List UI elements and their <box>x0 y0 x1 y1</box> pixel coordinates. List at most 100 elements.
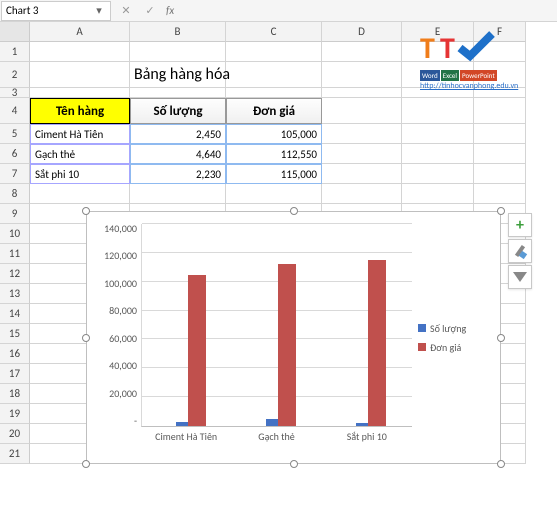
data-cell[interactable]: 105,000 <box>226 124 322 144</box>
cancel-icon[interactable]: ✕ <box>118 4 134 17</box>
cell[interactable] <box>130 88 226 98</box>
legend-item: Đơn giá <box>418 341 492 354</box>
cell[interactable] <box>322 42 402 62</box>
cell[interactable] <box>226 88 322 98</box>
logo-url: http://tinhocvanphong.edu.vn <box>420 81 520 91</box>
cell[interactable] <box>322 124 402 144</box>
row-header[interactable]: 21 <box>0 444 30 464</box>
fx-icon[interactable]: fx <box>166 4 174 17</box>
cell[interactable] <box>226 42 322 62</box>
data-cell[interactable]: 112,550 <box>226 144 322 164</box>
chart-object[interactable]: 140,000 120,000 100,000 80,000 60,000 40… <box>86 211 501 464</box>
data-cell[interactable]: 4,640 <box>130 144 226 164</box>
resize-handle[interactable] <box>82 207 90 215</box>
cell[interactable] <box>402 98 474 124</box>
row-header[interactable]: 20 <box>0 424 30 444</box>
cell[interactable] <box>474 184 526 204</box>
cell[interactable] <box>130 184 226 204</box>
header-cell[interactable]: Số lượng <box>130 98 226 124</box>
col-header[interactable]: D <box>322 22 402 42</box>
cell[interactable] <box>322 164 402 184</box>
row-header[interactable]: 2 <box>0 62 30 88</box>
name-box-bar: Chart 3 ▾ ✕ ✓ fx <box>0 0 557 22</box>
cell[interactable] <box>322 184 402 204</box>
excel-badge: Excel <box>441 70 459 81</box>
resize-handle[interactable] <box>290 460 298 468</box>
row-header[interactable]: 1 <box>0 42 30 62</box>
data-cell[interactable]: Sắt phi 10 <box>30 164 130 184</box>
cell[interactable] <box>30 88 130 98</box>
row-header[interactable]: 10 <box>0 224 30 244</box>
y-tick: - <box>95 414 137 427</box>
cell[interactable] <box>226 62 322 88</box>
row-header[interactable]: 19 <box>0 404 30 424</box>
row-header[interactable]: 18 <box>0 384 30 404</box>
resize-handle[interactable] <box>497 460 505 468</box>
cell[interactable] <box>402 124 474 144</box>
row-header[interactable]: 8 <box>0 184 30 204</box>
row-header[interactable]: 7 <box>0 164 30 184</box>
name-box-dropdown[interactable]: ▾ <box>92 4 106 17</box>
data-cell[interactable]: 115,000 <box>226 164 322 184</box>
resize-handle[interactable] <box>497 334 505 342</box>
col-header[interactable]: A <box>30 22 130 42</box>
chart-styles-button[interactable] <box>508 239 532 263</box>
cell[interactable] <box>226 184 322 204</box>
col-header[interactable]: C <box>226 22 322 42</box>
chart-filters-button[interactable] <box>508 265 532 289</box>
cell[interactable] <box>474 98 526 124</box>
resize-handle[interactable] <box>82 334 90 342</box>
cell[interactable] <box>474 144 526 164</box>
row-header[interactable]: 15 <box>0 324 30 344</box>
resize-handle[interactable] <box>82 460 90 468</box>
row-header[interactable]: 12 <box>0 264 30 284</box>
chart-x-axis: Ciment Hà Tiên Gạch thẻ Sắt phi 10 <box>141 429 412 455</box>
chart-bar[interactable] <box>368 260 386 426</box>
cell[interactable] <box>30 184 130 204</box>
row-header[interactable]: 14 <box>0 304 30 324</box>
data-cell[interactable]: 2,450 <box>130 124 226 144</box>
resize-handle[interactable] <box>290 207 298 215</box>
cell[interactable] <box>402 184 474 204</box>
chart-bar[interactable] <box>188 275 206 427</box>
sheet-title[interactable]: Bảng hàng hóa <box>130 62 226 88</box>
row-header[interactable]: 11 <box>0 244 30 264</box>
legend-swatch <box>418 324 426 332</box>
header-cell[interactable]: Tên hàng <box>30 98 130 124</box>
resize-handle[interactable] <box>497 207 505 215</box>
row-header[interactable]: 17 <box>0 364 30 384</box>
cell[interactable] <box>474 164 526 184</box>
col-header[interactable]: B <box>130 22 226 42</box>
svg-text:T: T <box>440 30 455 67</box>
chart-bar[interactable] <box>278 264 296 426</box>
legend-label: Số lượng <box>430 322 466 335</box>
cell[interactable] <box>130 42 226 62</box>
header-cell[interactable]: Đơn giá <box>226 98 322 124</box>
row-header[interactable]: 13 <box>0 284 30 304</box>
cell[interactable] <box>402 144 474 164</box>
row-header[interactable]: 4 <box>0 98 30 124</box>
cell[interactable] <box>322 98 402 124</box>
chart-elements-button[interactable] <box>508 213 532 237</box>
row-header[interactable]: 5 <box>0 124 30 144</box>
row-header[interactable]: 16 <box>0 344 30 364</box>
cell[interactable] <box>30 42 130 62</box>
data-cell[interactable]: Gạch thẻ <box>30 144 130 164</box>
cell[interactable] <box>322 62 402 88</box>
cell[interactable] <box>322 88 402 98</box>
cell[interactable] <box>474 124 526 144</box>
row-header[interactable]: 6 <box>0 144 30 164</box>
data-cell[interactable]: 2,230 <box>130 164 226 184</box>
row-header[interactable]: 9 <box>0 204 30 224</box>
data-cell[interactable]: Ciment Hà Tiên <box>30 124 130 144</box>
confirm-icon[interactable]: ✓ <box>142 4 158 17</box>
cell[interactable] <box>402 164 474 184</box>
row-header[interactable]: 3 <box>0 88 30 98</box>
chart-y-axis: 140,000 120,000 100,000 80,000 60,000 40… <box>95 220 141 455</box>
chart-plot-area[interactable]: Ciment Hà Tiên Gạch thẻ Sắt phi 10 <box>141 220 412 455</box>
name-box[interactable]: Chart 3 ▾ <box>1 1 111 21</box>
cell[interactable] <box>30 62 130 88</box>
cell[interactable] <box>322 144 402 164</box>
select-all-corner[interactable] <box>0 22 30 42</box>
chart-legend[interactable]: Số lượng Đơn giá <box>412 220 492 455</box>
